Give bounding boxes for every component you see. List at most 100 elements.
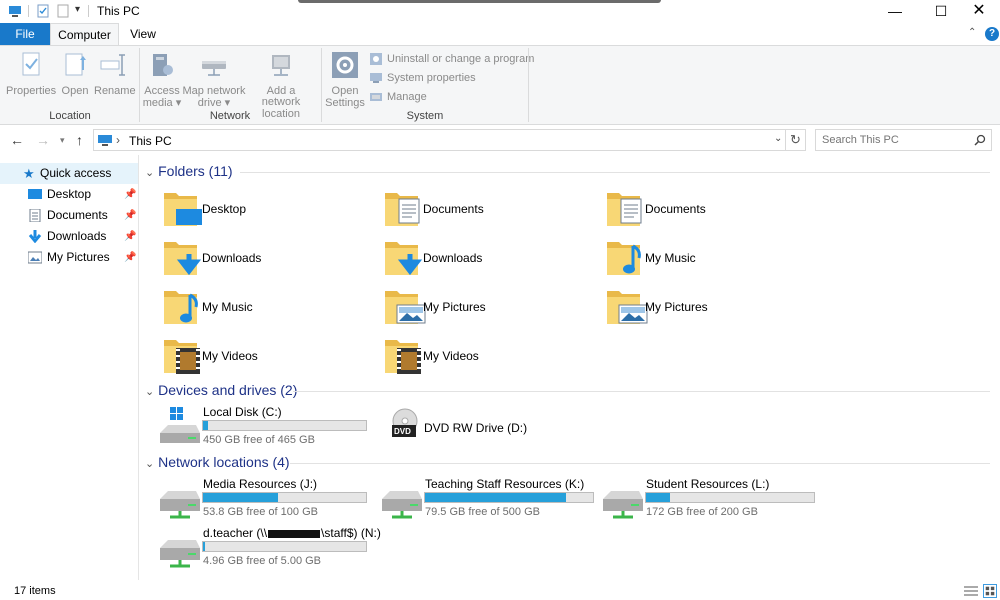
- folder-item[interactable]: My Music: [162, 287, 362, 331]
- forward-arrow-icon[interactable]: →: [36, 132, 50, 148]
- tab-file[interactable]: File: [0, 23, 50, 45]
- folders-section-header[interactable]: ⌄ Folders (11): [145, 163, 233, 179]
- large-icons-view-icon[interactable]: [983, 584, 997, 598]
- manage-icon: [370, 93, 382, 101]
- access-media-button[interactable]: Access media ▾: [142, 50, 182, 109]
- tab-view[interactable]: View: [119, 23, 167, 45]
- sidebar-item-quick-access[interactable]: ★ Quick access: [0, 163, 138, 184]
- open-settings-label: Open: [331, 85, 359, 97]
- add-location-label: Add a network: [261, 85, 301, 108]
- breadcrumb-this-pc[interactable]: This PC: [129, 134, 172, 148]
- minimize-button[interactable]: —: [872, 0, 918, 23]
- uninstall-program-button[interactable]: Uninstall or change a program: [369, 50, 534, 68]
- open-label: Open: [61, 85, 89, 97]
- network-drive-icon: [160, 540, 200, 568]
- network-location-item[interactable]: Student Resources (L:) 172 GB free of 200…: [601, 477, 821, 523]
- content-pane: ⌄ Folders (11) Desktop Documents Documents…: [140, 155, 1000, 580]
- pin-icon[interactable]: 📌: [124, 184, 136, 205]
- map-network-drive-button[interactable]: Map network drive ▾: [182, 50, 246, 109]
- folder-item[interactable]: Documents: [383, 189, 583, 233]
- folder-item[interactable]: Downloads: [162, 238, 362, 282]
- open-settings-button[interactable]: Open Settings: [324, 50, 366, 109]
- manage-button[interactable]: Manage: [369, 88, 427, 106]
- folder-item[interactable]: Desktop: [162, 189, 362, 233]
- downloads-folder-icon: [164, 242, 202, 276]
- system-properties-icon: [370, 73, 382, 83]
- network-drive-icon: [202, 61, 226, 76]
- tab-computer[interactable]: Computer: [50, 23, 119, 45]
- open-button[interactable]: Open: [58, 50, 92, 97]
- settings-gear-icon: [332, 52, 358, 78]
- pin-icon[interactable]: 📌: [124, 247, 136, 268]
- folder-item[interactable]: My Videos: [383, 336, 583, 380]
- system-properties-button[interactable]: System properties: [369, 69, 476, 87]
- drive-usage-fill: [203, 493, 278, 502]
- system-properties-label: System properties: [387, 72, 476, 84]
- sidebar-item-documents[interactable]: Documents 📌: [0, 205, 138, 226]
- downloads-icon: [28, 230, 42, 243]
- properties-button[interactable]: Properties: [6, 50, 56, 97]
- sidebar-item-label: Desktop: [47, 187, 92, 201]
- network-location-item[interactable]: d.teacher (\\ \staff$) (N:) 4.96 GB free o…: [158, 526, 381, 572]
- drive-local-disk[interactable]: Local Disk (C:) 450 GB free of 465 GB: [158, 405, 368, 449]
- breadcrumb-separator-icon[interactable]: ›: [116, 133, 120, 147]
- recent-locations-icon[interactable]: ▾: [60, 135, 65, 146]
- folder-item[interactable]: Downloads: [383, 238, 583, 282]
- folder-label: Documents: [423, 202, 484, 216]
- section-divider: [290, 463, 990, 464]
- sidebar-item-downloads[interactable]: Downloads 📌: [0, 226, 138, 247]
- folder-label: My Videos: [202, 349, 258, 363]
- sidebar-item-my-pictures[interactable]: My Pictures 📌: [0, 247, 138, 268]
- address-bar[interactable]: › This PC ⌄: [93, 129, 786, 151]
- network-location-item[interactable]: Teaching Staff Resources (K:) 79.5 GB fre…: [380, 477, 600, 523]
- pin-icon[interactable]: 📌: [124, 205, 136, 226]
- details-view-icon[interactable]: [964, 585, 978, 597]
- folder-item[interactable]: My Videos: [162, 336, 362, 380]
- map-drive-label: Map network: [182, 85, 246, 97]
- back-arrow-icon[interactable]: ←: [10, 132, 24, 148]
- folder-label: My Pictures: [645, 300, 708, 314]
- star-icon: ★: [23, 166, 35, 181]
- windows-drive-icon: [160, 407, 200, 443]
- desktop-icon: [28, 189, 42, 199]
- folder-item[interactable]: My Pictures: [605, 287, 805, 331]
- this-pc-icon: [98, 135, 112, 146]
- media-server-icon: [153, 54, 173, 76]
- folder-label: Downloads: [202, 251, 262, 265]
- drive-usage-fill: [203, 542, 205, 551]
- drive-dvd[interactable]: DVD DVD RW Drive (D:): [380, 407, 580, 447]
- refresh-button[interactable]: ↻: [786, 129, 806, 151]
- manage-label: Manage: [387, 91, 427, 103]
- search-icon[interactable]: [974, 134, 986, 146]
- this-pc-icon: [9, 6, 21, 17]
- collapse-ribbon-icon[interactable]: ⌃: [968, 27, 976, 38]
- new-folder-quick-icon[interactable]: [56, 4, 70, 18]
- sidebar-item-desktop[interactable]: Desktop 📌: [0, 184, 138, 205]
- redacted-text: [268, 529, 321, 538]
- close-button[interactable]: ✕: [956, 0, 1000, 23]
- network-location-item[interactable]: Media Resources (J:) 53.8 GB free of 100 …: [158, 477, 378, 523]
- downloads-folder-icon: [385, 242, 423, 276]
- network-label-prefix: d.teacher (\\: [203, 526, 268, 540]
- search-input[interactable]: [822, 132, 972, 148]
- documents-folder-icon: [607, 193, 642, 226]
- pin-icon[interactable]: 📌: [124, 226, 136, 247]
- help-icon[interactable]: ?: [985, 27, 999, 41]
- network-section-header[interactable]: ⌄ Network locations (4): [145, 454, 290, 470]
- devices-section-header[interactable]: ⌄ Devices and drives (2): [145, 382, 297, 398]
- properties-quick-icon[interactable]: [36, 4, 50, 18]
- up-arrow-icon[interactable]: ↑: [76, 132, 83, 148]
- system-group-label: System: [406, 110, 444, 122]
- network-label: Student Resources (L:): [646, 477, 769, 491]
- address-dropdown-icon[interactable]: ⌄: [774, 133, 782, 144]
- access-media-label: Access: [144, 85, 180, 97]
- customize-quick-access-icon[interactable]: ▾: [75, 4, 80, 15]
- sidebar-item-label: Downloads: [47, 229, 107, 243]
- rename-button[interactable]: Rename: [94, 50, 136, 97]
- folder-label: Desktop: [202, 202, 247, 216]
- folder-item[interactable]: My Pictures: [383, 287, 583, 331]
- folder-item[interactable]: Documents: [605, 189, 805, 233]
- folder-item[interactable]: My Music: [605, 238, 805, 282]
- search-box[interactable]: [815, 129, 992, 151]
- drive-usage-bar: [645, 492, 815, 503]
